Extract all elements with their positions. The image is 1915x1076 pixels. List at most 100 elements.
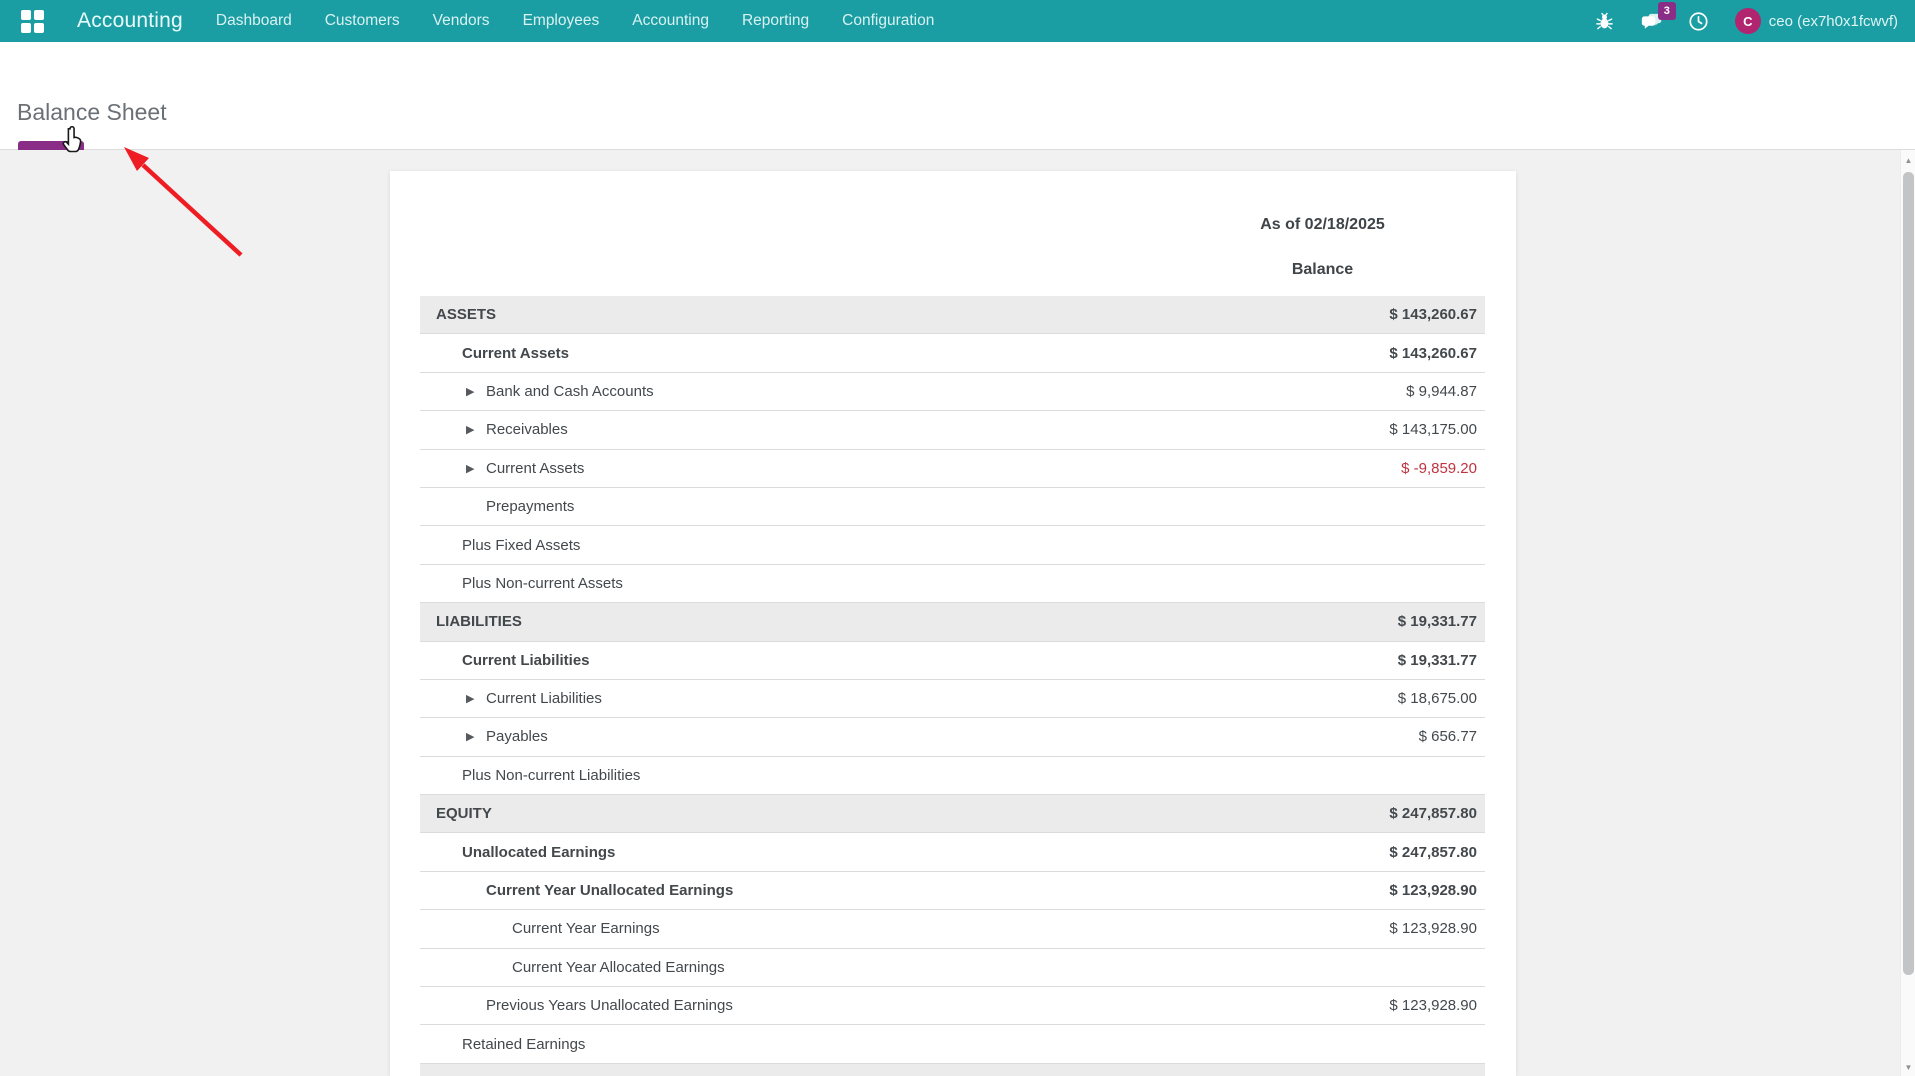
row-label: LIABILITIES (420, 613, 1398, 630)
section-row: ASSETS $ 143,260.67 (420, 296, 1485, 334)
table-row: Current Liabilities $ 19,331.77 (420, 642, 1485, 680)
row-label-text: Plus Non-current Assets (462, 575, 623, 592)
row-balance-value: $ 9,944.87 (1406, 383, 1485, 400)
unfold-caret-icon[interactable]: ▶ (466, 692, 478, 705)
row-label-text: Payables (486, 728, 548, 745)
row-label-text: Current Assets (486, 460, 584, 477)
row-label: Current Liabilities (420, 652, 1398, 669)
row-label: ▶Current Liabilities (420, 690, 1398, 707)
section-row: LIABILITIES$ 19,331.77 (420, 603, 1485, 641)
activities-clock-icon[interactable] (1688, 10, 1710, 32)
section-row: EQUITY$ 247,857.80 (420, 795, 1485, 833)
row-label: ▶ Current Assets (420, 460, 1401, 477)
apps-menu-icon[interactable] (21, 10, 44, 33)
bug-icon[interactable] (1594, 10, 1616, 32)
row-label: EQUITY (420, 805, 1389, 822)
user-name: ceo (ex7h0x1fcwvf) (1769, 13, 1898, 30)
navbar-right: 3 C ceo (ex7h0x1fcwvf) (1594, 8, 1915, 34)
row-label: ▶ Payables (420, 728, 1419, 745)
row-label: Current Assets (420, 345, 1389, 362)
column-header-balance: Balance (1160, 261, 1485, 279)
unfold-caret-icon[interactable]: ▶ (466, 462, 478, 475)
row-label-text: LIABILITIES (436, 613, 522, 630)
nav-item-configuration[interactable]: Configuration (840, 8, 936, 34)
table-row[interactable]: ▶Receivables$ 143,175.00 (420, 411, 1485, 449)
unfold-caret-icon[interactable]: ▶ (466, 730, 478, 743)
row-label-text: Plus Fixed Assets (462, 537, 580, 554)
row-balance-value: $ 143,260.67 (1389, 306, 1485, 323)
row-label-text: Current Year Allocated Earnings (512, 959, 725, 976)
row-balance-value: $ 123,928.90 (1389, 882, 1485, 899)
scrollbar-down-icon[interactable]: ▼ (1901, 1063, 1915, 1072)
nav-item-dashboard[interactable]: Dashboard (214, 8, 294, 34)
row-balance-value: $ 18,675.00 (1398, 690, 1485, 707)
table-row: Unallocated Earnings $ 247,857.80 (420, 833, 1485, 871)
nav-menu: Dashboard Customers Vendors Employees Accoun… (214, 8, 936, 34)
row-label: Current Year Earnings (420, 920, 1389, 937)
table-row: Current Year Earnings$ 123,928.90 (420, 910, 1485, 948)
row-balance-value: $ 123,928.90 (1389, 997, 1485, 1014)
unfold-caret-icon[interactable]: ▶ (466, 385, 478, 398)
nav-item-reporting[interactable]: Reporting (740, 8, 811, 34)
apps-grid-square (21, 23, 31, 33)
table-row: Current Year Unallocated Earnings $ 123,9… (420, 872, 1485, 910)
row-balance-value: $ 656.77 (1419, 728, 1485, 745)
row-balance-value: $ 143,175.00 (1389, 421, 1485, 438)
user-menu[interactable]: C ceo (ex7h0x1fcwvf) (1735, 8, 1898, 34)
table-row: Current Assets $ 143,260.67 (420, 334, 1485, 372)
row-label: ▶Bank and Cash Accounts (420, 383, 1406, 400)
scrollbar-thumb[interactable] (1903, 172, 1914, 975)
unfold-caret-icon[interactable]: ▶ (466, 423, 478, 436)
row-label-text: Plus Non-current Liabilities (462, 767, 640, 784)
row-label-text: Previous Years Unallocated Earnings (486, 997, 733, 1014)
table-row: Previous Years Unallocated Earnings $ 123… (420, 987, 1485, 1025)
row-label-text: Current Liabilities (462, 652, 590, 669)
row-label: Prepayments (420, 498, 1477, 515)
table-row: Plus Non-current Assets (420, 565, 1485, 603)
row-label-text: ASSETS (436, 306, 496, 323)
balance-sheet-card: As of 02/18/2025 Balance ASSETS $ 143,260… (390, 171, 1516, 1076)
table-row[interactable]: ▶Current Liabilities$ 18,675.00 (420, 680, 1485, 718)
app-title: Accounting (77, 9, 183, 33)
apps-grid-square (34, 10, 44, 20)
table-row: Prepayments (420, 488, 1485, 526)
control-panel: Balance Sheet PDF XLSX ? As of 02/18/202… (0, 42, 1915, 150)
apps-grid-square (34, 23, 44, 33)
messages-icon[interactable]: 3 (1641, 10, 1663, 32)
row-balance-value: $ 19,331.77 (1398, 652, 1485, 669)
page-title: Balance Sheet (17, 99, 167, 126)
row-balance-value: $ 123,928.90 (1389, 920, 1485, 937)
table-row: Plus Fixed Assets (420, 526, 1485, 564)
row-label: Current Year Unallocated Earnings (420, 882, 1389, 899)
table-row[interactable]: ▶ Payables $ 656.77 (420, 718, 1485, 756)
row-label: Retained Earnings (420, 1036, 1477, 1053)
row-label-text: Prepayments (486, 498, 574, 515)
top-navbar: Accounting Dashboard Customers Vendors Empl… (0, 0, 1915, 42)
table-row: Current Year Allocated Earnings (420, 949, 1485, 987)
row-label: Current Year Allocated Earnings (420, 959, 1477, 976)
table-row: Retained Earnings (420, 1025, 1485, 1063)
row-label-text: Unallocated Earnings (462, 844, 615, 861)
row-label: Previous Years Unallocated Earnings (420, 997, 1389, 1014)
nav-item-vendors[interactable]: Vendors (431, 8, 492, 34)
content-area: As of 02/18/2025 Balance ASSETS $ 143,260… (0, 150, 1915, 1076)
nav-item-employees[interactable]: Employees (521, 8, 602, 34)
row-label-text: Current Assets (462, 345, 569, 362)
balance-sheet-table: ASSETS $ 143,260.67 Current Assets $ 143,26… (420, 296, 1485, 1076)
table-row: Plus Non-current Liabilities (420, 757, 1485, 795)
vertical-scrollbar[interactable]: ▲ ▼ (1900, 150, 1915, 1076)
row-balance-value: $ -9,859.20 (1401, 460, 1485, 477)
nav-item-customers[interactable]: Customers (323, 8, 402, 34)
nav-item-accounting[interactable]: Accounting (630, 8, 711, 34)
scrollbar-up-icon[interactable]: ▲ (1901, 156, 1915, 165)
row-balance-value: $ 247,857.80 (1389, 844, 1485, 861)
row-label-text: Current Year Unallocated Earnings (486, 882, 733, 899)
column-header-date: As of 02/18/2025 (1160, 216, 1485, 234)
row-balance-value: $ 143,260.67 (1389, 345, 1485, 362)
table-row[interactable]: ▶Bank and Cash Accounts$ 9,944.87 (420, 373, 1485, 411)
section-row (420, 1064, 1485, 1076)
row-label: Unallocated Earnings (420, 844, 1389, 861)
row-balance-value: $ 247,857.80 (1389, 805, 1485, 822)
table-row[interactable]: ▶ Current Assets $ -9,859.20 (420, 450, 1485, 488)
row-label: ▶Receivables (420, 421, 1389, 438)
